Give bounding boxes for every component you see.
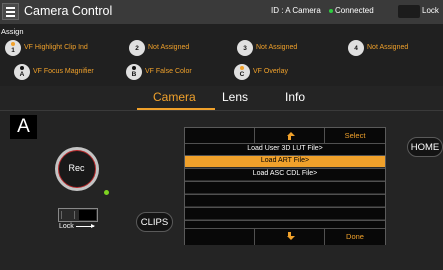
title-bar: Camera Control ID : A Camera Connected L… — [0, 0, 443, 24]
menu-item-5[interactable] — [185, 207, 385, 219]
menu-done-button[interactable]: Done — [325, 229, 385, 245]
menu-select-button[interactable]: Select — [325, 128, 385, 143]
menu-up-button[interactable] — [255, 128, 325, 143]
menu-item-3[interactable] — [185, 181, 385, 193]
menu-footer-row: Done — [185, 228, 385, 245]
menu-item-1[interactable]: Load ART File> — [185, 155, 385, 167]
assign-indicator-dot — [20, 66, 24, 70]
tab-info[interactable]: Info — [285, 90, 305, 104]
assign-a-badge-icon: A — [14, 64, 30, 80]
menu-header-blank — [185, 128, 255, 143]
hamburger-menu-icon[interactable] — [2, 3, 19, 20]
assign-panel — [0, 24, 443, 86]
assign-indicator-dot — [11, 42, 15, 46]
assign-b-badge-icon: B — [126, 64, 142, 80]
clips-label: CLIPS — [140, 217, 169, 228]
camera-letter: A — [17, 116, 30, 137]
assign-a-label: VF Focus Magnifier — [33, 68, 94, 75]
lock-switch[interactable] — [398, 5, 420, 18]
camera-id: ID : A Camera — [271, 6, 321, 15]
menu-down-button[interactable] — [255, 229, 325, 245]
assign-b-label: VF False Color — [145, 68, 192, 75]
assign-3-label: Not Assigned — [256, 44, 298, 51]
rec-label: Rec — [68, 163, 85, 173]
tally-lamp-icon — [104, 190, 109, 195]
lock-toggle-knob[interactable] — [79, 210, 96, 220]
assign-4-badge-icon: 4 — [348, 40, 364, 56]
lock-toggle-label: Lock — [59, 223, 74, 230]
home-label: HOME — [410, 142, 440, 153]
rec-button[interactable]: Rec — [58, 150, 96, 188]
up-arrow-stem — [288, 136, 291, 140]
tab-camera[interactable]: Camera — [153, 90, 196, 104]
lock-toggle[interactable] — [58, 208, 98, 222]
menu-item-4[interactable] — [185, 194, 385, 206]
select-label: Select — [344, 131, 366, 140]
assign-3-badge-icon: 3 — [237, 40, 253, 56]
lock-label: Lock — [422, 6, 439, 15]
assign-c-badge-icon: C — [234, 64, 250, 80]
tab-lens[interactable]: Lens — [222, 90, 248, 104]
menu-list: Select Load User 3D LUT File> Load ART F… — [184, 127, 386, 245]
assign-2-label: Not Assigned — [148, 44, 190, 51]
menu-item-0[interactable]: Load User 3D LUT File> — [185, 143, 385, 155]
assign-4-label: Not Assigned — [367, 44, 409, 51]
assign-label: Assign — [1, 27, 24, 36]
menu-footer-blank — [185, 229, 255, 245]
app-title: Camera Control — [24, 4, 113, 18]
connection-status-dot-icon — [329, 9, 333, 13]
assign-c-label: VF Overlay — [253, 68, 289, 75]
camera-letter-box: A — [10, 115, 37, 139]
connection-status: Connected — [335, 6, 374, 15]
lock-toggle-off-mark — [61, 211, 75, 219]
assign-indicator-dot — [132, 66, 136, 70]
menu-header-row: Select — [185, 128, 385, 143]
clips-button[interactable]: CLIPS — [136, 212, 173, 232]
assign-1-badge-icon: 1 — [5, 40, 21, 56]
assign-2-badge-icon: 2 — [129, 40, 145, 56]
menu-item-2[interactable]: Load ASC CDL File> — [185, 168, 385, 180]
assign-indicator-dot — [240, 66, 244, 70]
assign-1-label: VF Highlight Clip Ind — [24, 44, 88, 51]
done-label: Done — [346, 232, 364, 241]
lock-arrow-icon — [76, 224, 95, 228]
down-arrow-icon — [287, 236, 296, 240]
home-button[interactable]: HOME — [407, 137, 443, 157]
